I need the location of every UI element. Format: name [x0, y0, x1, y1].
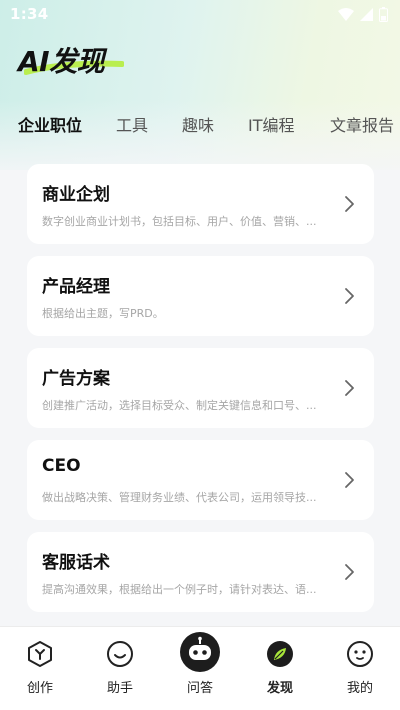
- chevron-right-icon: [345, 472, 354, 488]
- card-description: 数字创业商业计划书，包括目标、用户、价值、营销、...: [42, 215, 317, 228]
- card-description: 提高沟通效果，根据给出一个例子时，请针对表达、语...: [42, 583, 317, 596]
- tabbar-item-assistant[interactable]: 助手: [85, 627, 155, 710]
- card-title: 商业企划: [42, 185, 110, 205]
- signal-icon: [360, 7, 373, 21]
- tabbar-label: 助手: [106, 681, 133, 696]
- card-customer-service-script[interactable]: 客服话术 提高沟通效果，根据给出一个例子时，请针对表达、语...: [27, 532, 374, 612]
- tabbar-item-discover[interactable]: 发现: [245, 627, 315, 710]
- category-tabs: 企业职位 工具 趣味 IT编程 文章报告: [0, 108, 400, 138]
- tab-article-report[interactable]: 文章报告: [330, 112, 394, 136]
- tab-fun[interactable]: 趣味: [182, 112, 214, 136]
- assistant-icon: [107, 641, 133, 667]
- battery-icon: [379, 6, 388, 22]
- card-title: 产品经理: [42, 277, 110, 297]
- chevron-right-icon: [345, 564, 354, 580]
- chevron-right-icon: [345, 380, 354, 396]
- tabbar-label: 创作: [26, 681, 53, 696]
- status-time: 1:34: [10, 5, 49, 23]
- tabbar-item-profile[interactable]: 我的: [325, 627, 395, 710]
- card-business-plan[interactable]: 商业企划 数字创业商业计划书，包括目标、用户、价值、营销、...: [27, 164, 374, 244]
- card-description: 创建推广活动，选择目标受众、制定关键信息和口号、...: [42, 399, 317, 412]
- chevron-right-icon: [345, 288, 354, 304]
- page-title: AI发现: [18, 45, 105, 78]
- card-title: 广告方案: [42, 369, 110, 389]
- card-description: 做出战略决策、管理财务业绩、代表公司，运用领导技...: [42, 491, 317, 504]
- wifi-icon: [338, 7, 354, 21]
- status-icons: [338, 6, 388, 22]
- card-ceo[interactable]: CEO 做出战略决策、管理财务业绩、代表公司，运用领导技...: [27, 440, 374, 520]
- profile-icon: [347, 641, 373, 667]
- chevron-right-icon: [345, 196, 354, 212]
- tabbar-label: 问答: [186, 681, 213, 696]
- robot-icon: [180, 632, 220, 672]
- tabbar-item-qa[interactable]: 问答: [165, 627, 235, 710]
- tab-it-programming[interactable]: IT编程: [248, 112, 295, 136]
- card-description: 根据给出主题，写PRD。: [42, 307, 164, 320]
- tab-tools[interactable]: 工具: [116, 112, 148, 136]
- tab-enterprise-roles[interactable]: 企业职位: [18, 112, 82, 136]
- tabbar-label: 发现: [266, 681, 293, 696]
- card-product-manager[interactable]: 产品经理 根据给出主题，写PRD。: [27, 256, 374, 336]
- card-title: 客服话术: [42, 553, 110, 573]
- card-title: CEO: [42, 456, 81, 476]
- tabbar-item-create[interactable]: 创作: [5, 627, 75, 710]
- tabbar-label: 我的: [346, 681, 373, 696]
- bottom-tab-bar: 创作 助手 问答 发现 我的: [0, 626, 400, 710]
- status-bar: 1:34: [0, 0, 400, 28]
- leaf-icon: [267, 641, 293, 667]
- create-icon: [28, 641, 52, 667]
- card-ad-campaign[interactable]: 广告方案 创建推广活动，选择目标受众、制定关键信息和口号、...: [27, 348, 374, 428]
